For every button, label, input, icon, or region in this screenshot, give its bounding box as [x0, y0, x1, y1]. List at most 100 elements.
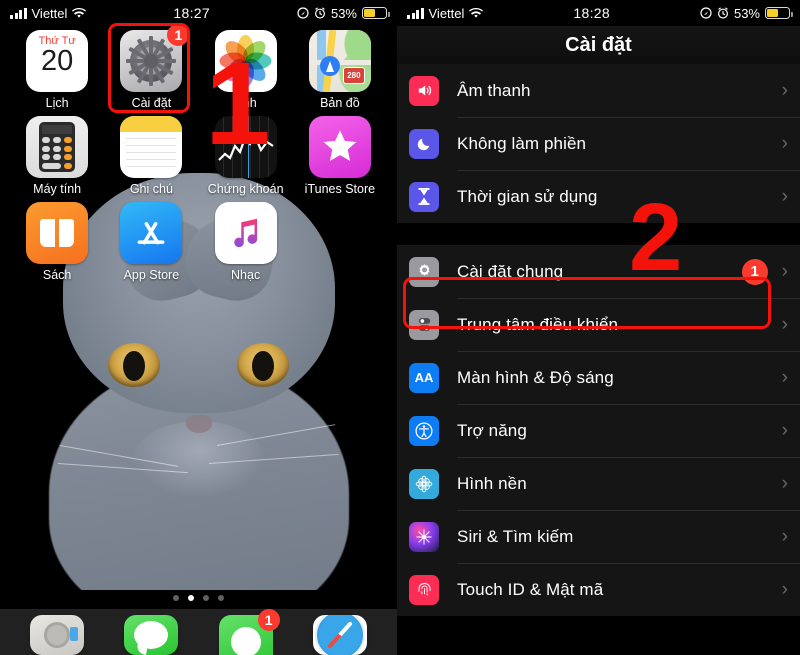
- music-icon: [214, 202, 277, 264]
- app-calculator[interactable]: Máy tính: [10, 110, 104, 196]
- app-label: Bản đồ: [320, 96, 360, 110]
- home-row-2: Máy tính Ghi chú Chứng khoán iTunes Stor…: [10, 110, 387, 196]
- dock-phone[interactable]: 1: [199, 609, 293, 655]
- cat-eye-right: [237, 343, 289, 387]
- app-notes[interactable]: Ghi chú: [104, 110, 198, 196]
- sound-speaker-icon: [409, 75, 439, 106]
- settings-row-sound[interactable]: Âm thanh ›: [397, 64, 800, 117]
- maps-route-shield: 280: [342, 67, 365, 84]
- app-label: Ghi chú: [129, 182, 173, 196]
- settings-row-general[interactable]: Cài đặt chung 1 ›: [397, 245, 800, 298]
- dock-camera[interactable]: [10, 609, 104, 655]
- settings-row-accessibility[interactable]: Trợ năng ›: [397, 404, 800, 457]
- home-row-3: Sách App Store Nhạc: [10, 196, 387, 282]
- page-dot[interactable]: [203, 595, 209, 601]
- chevron-right-icon: ›: [781, 578, 788, 600]
- itunes-store-icon: [308, 116, 371, 178]
- siri-orb-icon: [409, 521, 439, 552]
- settings-row-control-center[interactable]: Trung tâm điều khiển ›: [397, 298, 800, 351]
- books-icon: [26, 202, 89, 264]
- right-phone-settings-screen: Viettel 18:28 53% Cài đặt Âm thanh › Khô…: [397, 0, 800, 655]
- settings-row-badge: 1: [741, 258, 768, 285]
- page-dot[interactable]: [218, 595, 224, 601]
- wallpaper-flower-icon: [409, 468, 439, 499]
- app-maps[interactable]: 280 Bản đồ: [293, 24, 387, 110]
- app-books[interactable]: Sách: [10, 196, 104, 282]
- chevron-right-icon: ›: [781, 366, 788, 388]
- settings-row-label: Cài đặt chung: [457, 261, 564, 281]
- toggles-icon: [409, 309, 439, 340]
- alarm-icon: [717, 7, 728, 19]
- settings-row-label: Màn hình & Độ sáng: [457, 367, 614, 387]
- app-badge: 1: [167, 24, 190, 46]
- battery-icon: [362, 7, 390, 19]
- app-label: Chứng khoán: [207, 182, 284, 196]
- carrier-label: Viettel: [428, 5, 465, 21]
- chevron-right-icon: ›: [781, 79, 788, 101]
- settings-row-label: Âm thanh: [457, 80, 531, 100]
- calendar-icon: Thứ Tư 20: [26, 30, 89, 92]
- chevron-right-icon: ›: [781, 185, 788, 207]
- app-calendar[interactable]: Thứ Tư 20 Lịch: [10, 24, 104, 110]
- settings-row-do-not-disturb[interactable]: Không làm phiền ›: [397, 117, 800, 170]
- safari-compass-icon: [312, 615, 367, 655]
- page-dot-active[interactable]: [188, 595, 194, 601]
- calendar-day: 20: [40, 45, 74, 77]
- annotation-step-1: 1: [205, 38, 271, 170]
- chevron-right-icon: ›: [781, 472, 788, 494]
- app-itunes-store[interactable]: iTunes Store: [293, 110, 387, 196]
- carrier-label: Viettel: [31, 5, 68, 21]
- dock-messages[interactable]: [104, 609, 198, 655]
- wifi-icon: [469, 7, 484, 18]
- chevron-right-icon: ›: [781, 419, 788, 441]
- left-phone-home-screen: Viettel 18:27 53% Thứ Tư 20 Lịch 1 Cài đ…: [0, 0, 397, 655]
- chevron-right-icon: ›: [781, 260, 788, 282]
- app-store-icon: [120, 202, 183, 264]
- fingerprint-icon: [409, 574, 439, 605]
- hourglass-icon: [409, 181, 439, 212]
- battery-percent-label: 53%: [330, 5, 357, 21]
- location-icon: [297, 7, 309, 19]
- wifi-icon: [72, 7, 87, 18]
- settings-row-label: Trung tâm điều khiển: [457, 314, 619, 334]
- dock-phone-badge: 1: [257, 609, 280, 631]
- settings-list: Âm thanh › Không làm phiền › Thời gian s…: [397, 64, 800, 616]
- app-label: Sách: [42, 268, 72, 282]
- app-music[interactable]: Nhạc: [199, 196, 293, 282]
- settings-row-wallpaper[interactable]: Hình nền ›: [397, 457, 800, 510]
- accessibility-icon: [409, 415, 439, 446]
- settings-row-label: Hình nền: [457, 473, 527, 493]
- chevron-right-icon: ›: [781, 313, 788, 335]
- home-app-grid: Thứ Tư 20 Lịch 1 Cài đặt Ảnh 280 Bản đồ …: [0, 24, 397, 282]
- settings-row-siri-search[interactable]: Siri & Tìm kiếm ›: [397, 510, 800, 563]
- app-app-store[interactable]: App Store: [104, 196, 198, 282]
- app-label: Cài đặt: [131, 96, 172, 110]
- screenshot-root: Viettel 18:27 53% Thứ Tư 20 Lịch 1 Cài đ…: [0, 0, 800, 655]
- page-title: Cài đặt: [397, 26, 800, 64]
- clock-label: 18:28: [573, 5, 610, 21]
- maps-icon: 280: [308, 30, 371, 92]
- messages-icon: [124, 615, 179, 655]
- chevron-right-icon: ›: [781, 525, 788, 547]
- left-status-bar: Viettel 18:27 53%: [0, 0, 397, 26]
- chevron-right-icon: ›: [781, 132, 788, 154]
- notes-icon: [120, 116, 183, 178]
- cellular-signal-icon: [10, 7, 27, 19]
- settings-row-display-brightness[interactable]: AA Màn hình & Độ sáng ›: [397, 351, 800, 404]
- annotation-step-2: 2: [629, 184, 683, 291]
- battery-percent-label: 53%: [733, 5, 760, 21]
- home-row-1: Thứ Tư 20 Lịch 1 Cài đặt Ảnh 280 Bản đồ: [10, 24, 387, 110]
- cellular-signal-icon: [407, 7, 424, 19]
- dock-safari[interactable]: [293, 609, 387, 655]
- page-dot[interactable]: [173, 595, 179, 601]
- settings-row-label: Touch ID & Mật mã: [457, 579, 604, 599]
- app-settings[interactable]: 1 Cài đặt: [104, 24, 198, 110]
- settings-row-touch-id-passcode[interactable]: Touch ID & Mật mã ›: [397, 563, 800, 616]
- settings-row-screen-time[interactable]: Thời gian sử dụng ›: [397, 170, 800, 223]
- right-status-bar: Viettel 18:28 53%: [397, 0, 800, 26]
- settings-row-label: Trợ năng: [457, 420, 527, 440]
- home-dock: 1: [0, 609, 397, 655]
- app-label: iTunes Store: [304, 182, 376, 196]
- settings-row-label: Thời gian sử dụng: [457, 186, 598, 206]
- cat-nose: [185, 415, 212, 433]
